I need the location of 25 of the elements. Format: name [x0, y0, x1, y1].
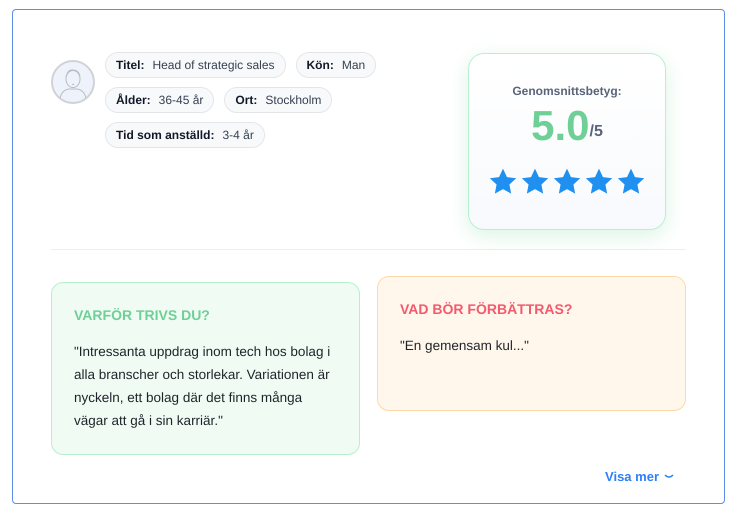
chip-value: 3-4 år — [222, 127, 254, 144]
panel-title: VAD BÖR FÖRBÄTTRAS? — [400, 300, 574, 319]
show-more-link[interactable]: Visa mer — [605, 467, 674, 486]
rating-title: Genomsnittsbetyg: — [512, 83, 622, 100]
chip-label: Kön: — [306, 57, 334, 74]
chip-label: Ort: — [235, 92, 258, 109]
panel-title: VARFÖR TRIVS DU? — [74, 306, 211, 325]
rating-score: 5.0 — [531, 102, 590, 150]
chip-value: Stockholm — [265, 92, 322, 109]
chip-value: Head of strategic sales — [152, 57, 275, 74]
chip-value: Man — [342, 57, 366, 74]
star-icon — [521, 168, 549, 195]
star-icon — [617, 168, 645, 195]
chip-label: Ålder: — [116, 92, 151, 109]
star-icon — [553, 168, 581, 195]
rating-max: /5 — [590, 122, 603, 142]
chip-label: Titel: — [116, 57, 144, 74]
star-icon — [585, 168, 613, 195]
panel-text: "En gemensam kul..." — [400, 337, 530, 355]
panel-text: "Intressanta uppdrag inom tech hos bolag i alla branscher och storlekar. Variationen är nyckeln, ett bolag där det finns många vägar att gå i sin karriär." — [74, 343, 332, 430]
star-icon — [489, 168, 517, 195]
chevron-down-icon — [664, 474, 674, 480]
chip-value: 36-45 år — [158, 92, 204, 109]
avatar-icon — [51, 60, 95, 104]
chip-label: Tid som anställd: — [116, 127, 214, 144]
